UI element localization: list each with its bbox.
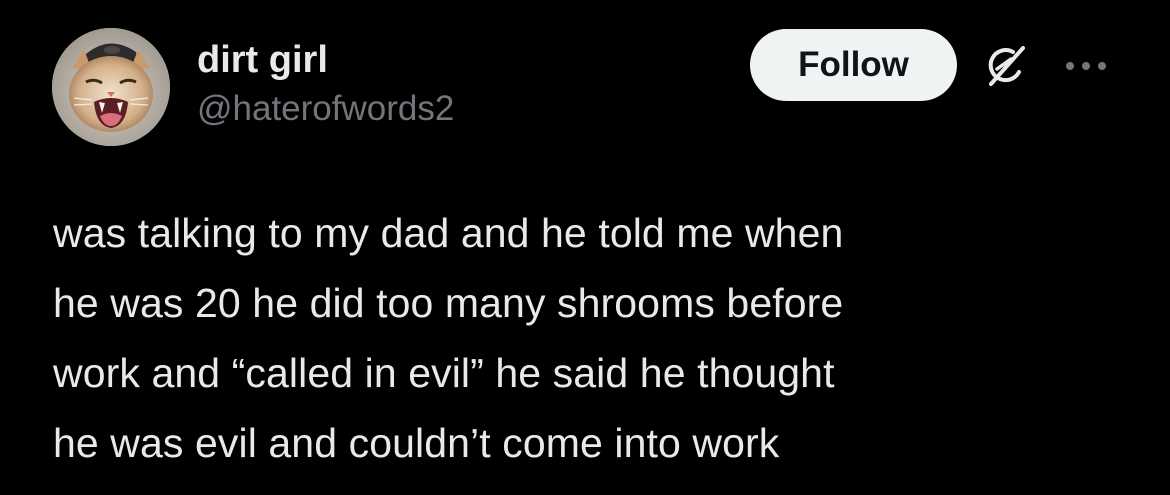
- tweet-text-line: he was evil and couldn’t come into work: [53, 420, 780, 466]
- more-options-icon[interactable]: [1062, 58, 1110, 74]
- display-name[interactable]: dirt girl: [197, 38, 454, 82]
- cat-avatar-icon: [52, 28, 170, 146]
- tweet-text: was talking to my dad and he told me whe…: [53, 198, 1133, 478]
- grok-icon[interactable]: [983, 43, 1029, 89]
- user-handle[interactable]: @haterofwords2: [197, 88, 454, 130]
- follow-button[interactable]: Follow: [750, 29, 957, 101]
- tweet-card: dirt girl @haterofwords2 Follow was talk…: [0, 0, 1170, 495]
- tweet-text-line: he was 20 he did too many shrooms before: [53, 280, 844, 326]
- avatar[interactable]: [52, 28, 170, 146]
- author-names: dirt girl @haterofwords2: [197, 38, 454, 130]
- tweet-text-line: work and “called in evil” he said he tho…: [53, 350, 835, 396]
- tweet-text-line: was talking to my dad and he told me whe…: [53, 210, 844, 256]
